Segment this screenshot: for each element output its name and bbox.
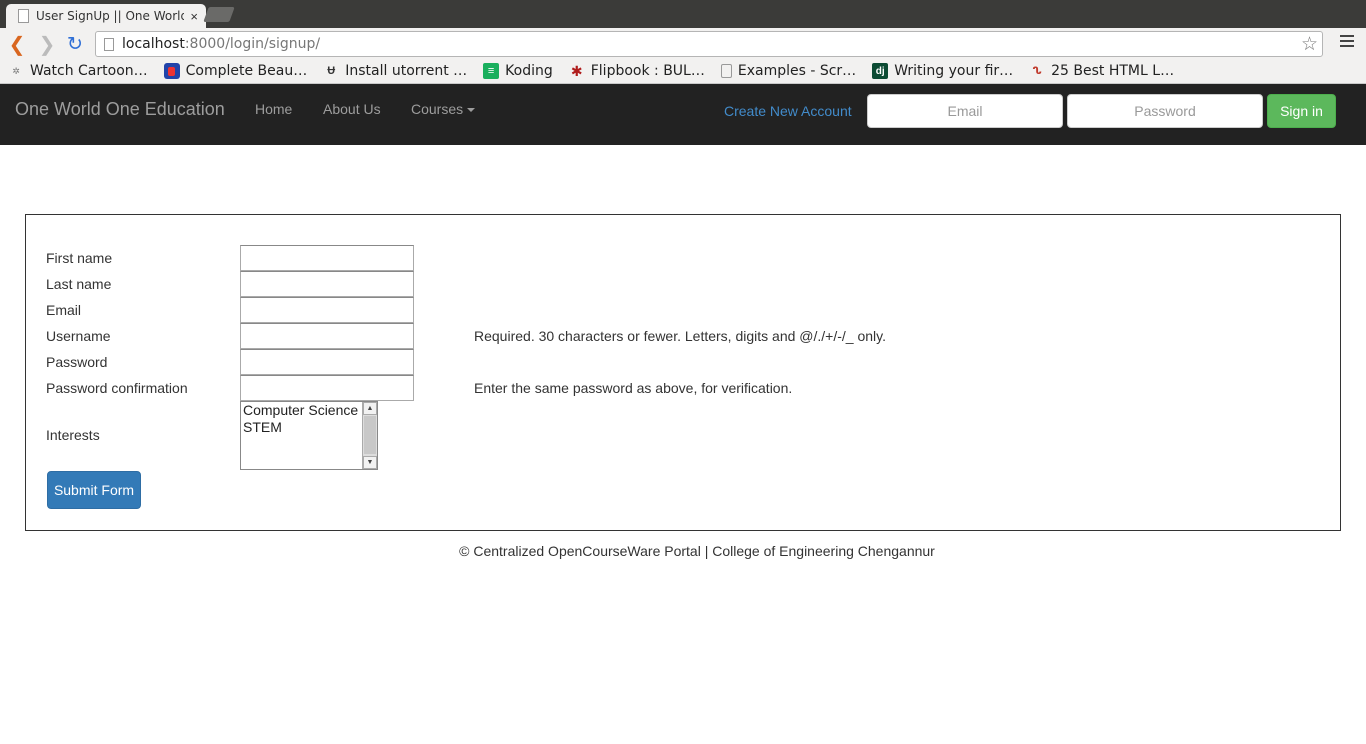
listbox-scrollbar[interactable]: ▲ ▼ bbox=[362, 402, 377, 469]
bookmark-label: Koding bbox=[505, 63, 553, 79]
nav-dropdown-courses[interactable]: Courses bbox=[411, 101, 476, 117]
page-icon bbox=[720, 64, 732, 78]
page-icon bbox=[104, 37, 114, 51]
bookmark-label: Install utorrent … bbox=[345, 63, 468, 79]
bookmark-label: Complete Beau… bbox=[185, 63, 308, 79]
bookmark-label: Writing your fir… bbox=[894, 63, 1014, 79]
nav-password-input[interactable] bbox=[1067, 94, 1263, 128]
browser-toolbar: ❮ ❯ ↻ localhost:8000/login/signup/ ☆ bbox=[0, 28, 1366, 59]
bookmark-label: Examples - Scr… bbox=[737, 63, 857, 79]
last-name-label: Last name bbox=[46, 276, 112, 292]
email-input[interactable] bbox=[240, 297, 414, 323]
interest-option[interactable]: Computer Science bbox=[241, 402, 377, 419]
browser-menu-icon[interactable] bbox=[1340, 35, 1354, 50]
last-name-input[interactable] bbox=[240, 271, 414, 297]
username-label: Username bbox=[46, 328, 111, 344]
site-brand[interactable]: One World One Education bbox=[15, 99, 225, 120]
forward-arrow-icon[interactable]: ❯ bbox=[36, 33, 58, 56]
bookmark-item[interactable]: dj Writing your fir… bbox=[872, 63, 1013, 79]
bookmark-item[interactable]: ✱ Flipbook : BUL… bbox=[569, 62, 705, 80]
tab-title: User SignUp || One World, bbox=[36, 9, 185, 23]
tab-close-icon[interactable]: × bbox=[190, 9, 198, 24]
interest-option[interactable]: STEM bbox=[241, 419, 377, 436]
page-footer: © Centralized OpenCourseWare Portal | Co… bbox=[459, 543, 935, 559]
bookmark-item[interactable]: Examples - Scr… bbox=[720, 63, 857, 79]
scroll-up-arrow-icon[interactable]: ▲ bbox=[363, 402, 377, 415]
bookmark-item[interactable]: ≡ Koding bbox=[483, 63, 553, 79]
submit-form-button[interactable]: Submit Form bbox=[47, 471, 141, 509]
flipbook-icon: ✱ bbox=[570, 62, 583, 79]
nav-link-courses-label: Courses bbox=[411, 101, 464, 117]
url-host: localhost bbox=[122, 36, 185, 52]
back-arrow-icon[interactable]: ❮ bbox=[6, 33, 28, 56]
password-label: Password bbox=[46, 354, 108, 370]
password-confirmation-input[interactable] bbox=[240, 375, 414, 401]
browser-tabstrip: User SignUp || One World, × bbox=[0, 0, 1366, 28]
url-path: :8000/login/signup/ bbox=[184, 36, 321, 52]
password-input[interactable] bbox=[240, 349, 414, 375]
new-tab-button[interactable] bbox=[203, 7, 235, 22]
bookmark-item[interactable]: Complete Beau… bbox=[163, 63, 308, 79]
signup-form-panel: First name Last name Email Username Requ… bbox=[25, 214, 1341, 531]
koding-icon: ≡ bbox=[483, 63, 500, 79]
bookmark-label: Flipbook : BUL… bbox=[590, 63, 705, 79]
sign-in-button[interactable]: Sign in bbox=[1267, 94, 1336, 128]
create-account-link[interactable]: Create New Account bbox=[724, 103, 852, 119]
page-favicon-icon bbox=[18, 9, 29, 23]
nav-email-input[interactable] bbox=[867, 94, 1063, 128]
password-confirmation-label: Password confirmation bbox=[46, 380, 188, 396]
bookmark-star-icon[interactable]: ☆ bbox=[1301, 33, 1318, 56]
interests-multiselect[interactable]: Computer Science STEM ▲ ▼ bbox=[240, 401, 378, 470]
browser-tab-active[interactable]: User SignUp || One World, × bbox=[6, 4, 206, 28]
interests-label: Interests bbox=[46, 427, 100, 443]
django-icon: dj bbox=[872, 63, 889, 79]
watchcartoon-icon: ✲ bbox=[12, 65, 20, 76]
scroll-thumb[interactable] bbox=[364, 416, 376, 454]
scroll-down-arrow-icon[interactable]: ▼ bbox=[363, 456, 377, 469]
bookmarks-bar: ✲ Watch Cartoon… Complete Beau… Ʉ Instal… bbox=[0, 59, 1366, 84]
html-icon: ᔐ bbox=[1032, 65, 1042, 77]
password-confirmation-help-text: Enter the same password as above, for ve… bbox=[474, 380, 793, 396]
bookmark-label: Watch Cartoon… bbox=[30, 63, 148, 79]
first-name-input[interactable] bbox=[240, 245, 414, 271]
email-label: Email bbox=[46, 302, 82, 318]
bookmark-label: 25 Best HTML L… bbox=[1051, 63, 1175, 79]
bookmark-item[interactable]: Ʉ Install utorrent … bbox=[323, 63, 467, 79]
complete-beau-icon bbox=[163, 63, 180, 79]
bookmark-item[interactable]: ᔐ 25 Best HTML L… bbox=[1029, 63, 1175, 79]
nav-link-about-us[interactable]: About Us bbox=[323, 101, 381, 117]
site-navbar: One World One Education Home About Us Co… bbox=[0, 84, 1366, 145]
username-input[interactable] bbox=[240, 323, 414, 349]
username-help-text: Required. 30 characters or fewer. Letter… bbox=[474, 328, 886, 344]
reload-icon[interactable]: ↻ bbox=[64, 33, 86, 55]
nav-link-home[interactable]: Home bbox=[255, 101, 292, 117]
caret-down-icon bbox=[467, 108, 476, 113]
address-bar[interactable]: localhost:8000/login/signup/ ☆ bbox=[95, 31, 1323, 57]
utorrent-icon: Ʉ bbox=[327, 65, 336, 77]
first-name-label: First name bbox=[46, 250, 113, 266]
bookmark-item[interactable]: ✲ Watch Cartoon… bbox=[8, 63, 148, 79]
